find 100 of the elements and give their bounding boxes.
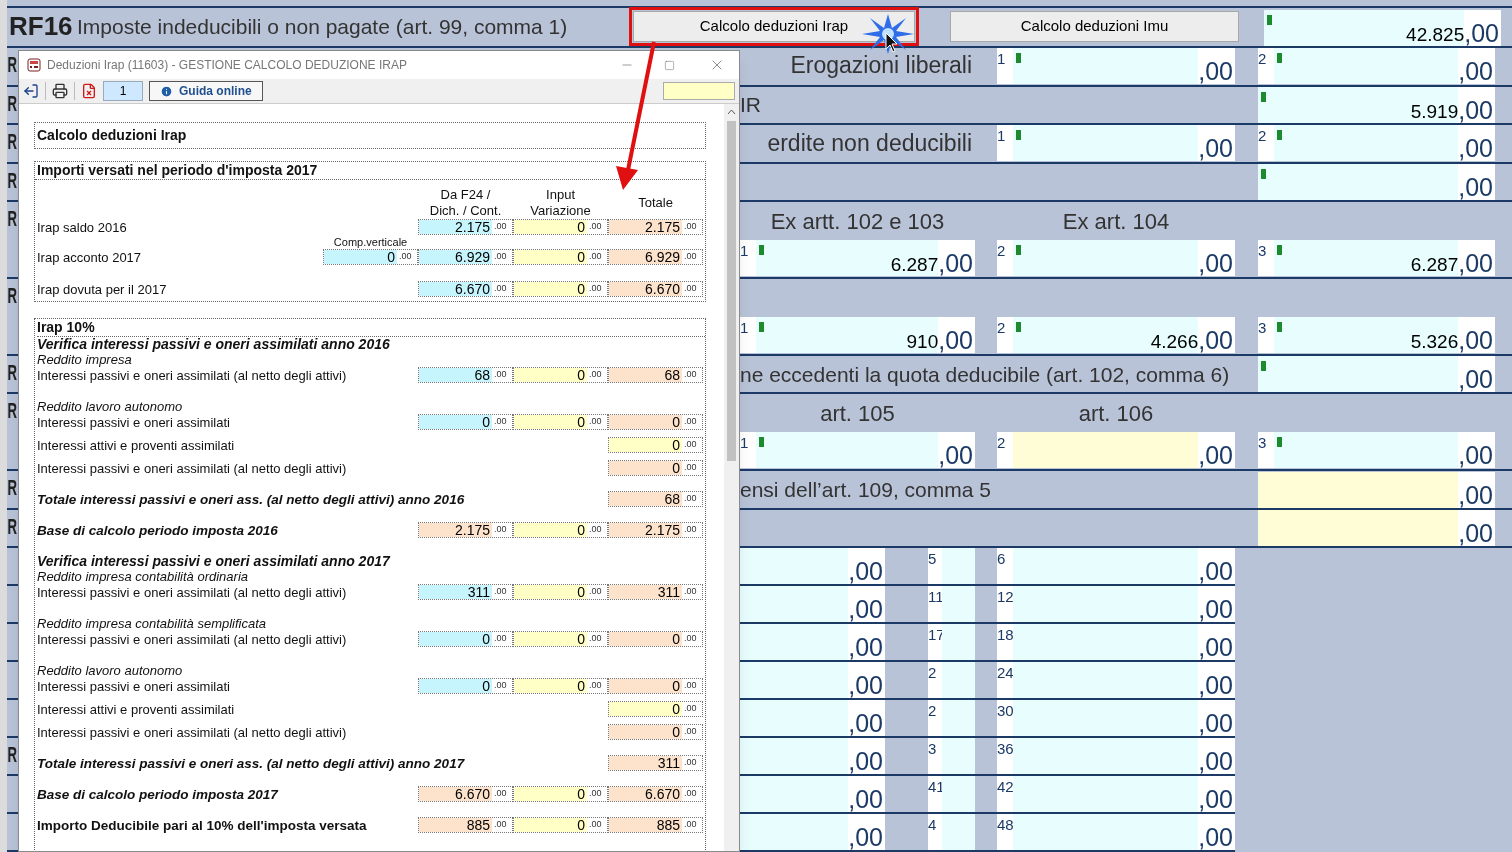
number-field[interactable]: ,00: [740, 737, 885, 774]
print-icon[interactable]: [52, 83, 68, 99]
number-field[interactable]: 6 ,00: [997, 547, 1235, 584]
amount-field[interactable]: 311 .00: [608, 755, 704, 771]
number-field[interactable]: 1 910,00: [740, 317, 975, 354]
amount-field[interactable]: 0 .00: [513, 786, 609, 802]
amount-field[interactable]: 0 .00: [513, 281, 609, 297]
help-button[interactable]: Guida online: [149, 81, 263, 101]
number-field[interactable]: 2 ,00: [997, 240, 1235, 277]
field-index: 2: [1258, 48, 1268, 69]
row-code: RF16: [9, 10, 74, 44]
amount-field[interactable]: 6.929 .00: [418, 249, 514, 265]
amount-field[interactable]: 0 .00: [608, 678, 704, 694]
amount-field[interactable]: 6.670 .00: [608, 281, 704, 297]
amount-field[interactable]: 2.175 .00: [418, 522, 514, 538]
amount-field[interactable]: 0 .00: [608, 414, 704, 430]
amount-field[interactable]: 0 .00: [418, 631, 514, 647]
amount-field[interactable]: 885 .00: [608, 817, 704, 833]
number-field[interactable]: 1 ,00: [997, 124, 1235, 161]
delete-icon[interactable]: [81, 83, 97, 99]
amount-field[interactable]: 0 .00: [608, 631, 704, 647]
number-field[interactable]: 24 ,00: [997, 661, 1235, 698]
amount-field[interactable]: 0 .00: [418, 678, 514, 694]
amount-field[interactable]: 68 .00: [608, 491, 704, 507]
number-field[interactable]: 3 5.326,00: [1258, 317, 1495, 354]
amount-field[interactable]: 2.175 .00: [608, 522, 704, 538]
amount-field[interactable]: 0 .00: [608, 701, 704, 717]
amount-field[interactable]: 6.929 .00: [608, 249, 704, 265]
amount-field[interactable]: 6.670 .00: [608, 786, 704, 802]
note-field[interactable]: [663, 82, 735, 100]
maximize-icon[interactable]: [664, 59, 675, 71]
number-field[interactable]: ,00: [1258, 164, 1495, 201]
amount-field[interactable]: 2.175 .00: [608, 219, 704, 235]
row-label: Interessi passivi e oneri assimilati (al netto degli attivi): [37, 368, 348, 383]
scroll-up-icon[interactable]: [727, 108, 736, 117]
number-field[interactable]: ,00: [1258, 509, 1495, 546]
number-field[interactable]: ,00: [740, 585, 885, 622]
amount-decimals: .00: [683, 492, 697, 505]
exit-icon[interactable]: [23, 83, 39, 99]
amount-field[interactable]: 6.670 .00: [418, 786, 514, 802]
amount-field[interactable]: 0 .00: [513, 631, 609, 647]
amount-field[interactable]: 0 .00: [608, 437, 704, 453]
amount-field[interactable]: 68 .00: [418, 367, 514, 383]
number-field[interactable]: 1 ,00: [740, 432, 975, 469]
number-field[interactable]: 2 ,00: [997, 432, 1235, 469]
number-field[interactable]: 2 ,00: [1258, 124, 1495, 161]
amount-field[interactable]: 0 .00: [513, 522, 609, 538]
amount-field[interactable]: 0 .00: [513, 584, 609, 600]
amount-field[interactable]: 0 .00: [513, 249, 609, 265]
number-field[interactable]: ,00: [740, 547, 885, 584]
field-decimals: ,00: [1198, 748, 1234, 774]
amount-field[interactable]: 6.670 .00: [418, 281, 514, 297]
amount-field[interactable]: 311 .00: [608, 584, 704, 600]
number-field[interactable]: 18 ,00: [997, 623, 1235, 660]
amount-field[interactable]: 0 .00: [418, 414, 514, 430]
row-code: R: [7, 362, 18, 385]
amount-field[interactable]: 0 .00: [513, 414, 609, 430]
amount-field[interactable]: 0 .00: [513, 367, 609, 383]
column-header: Input Variazione: [529, 187, 592, 219]
amount-decimals: .00: [683, 461, 697, 474]
amount-decimals: .00: [683, 523, 697, 536]
number-field[interactable]: ,00: [740, 623, 885, 660]
number-field[interactable]: ,00: [740, 661, 885, 698]
number-field[interactable]: 1 ,00: [997, 47, 1235, 84]
number-field[interactable]: 3 ,00: [1258, 432, 1495, 469]
amount-field[interactable]: 311 .00: [418, 584, 514, 600]
number-field[interactable]: 2 ,00: [1258, 47, 1495, 84]
number-field[interactable]: ,00: [740, 813, 885, 850]
amount-field[interactable]: 0 .00: [608, 724, 704, 740]
amount-field[interactable]: 885 .00: [418, 817, 514, 833]
amount-field[interactable]: 0 .00: [513, 219, 609, 235]
field-index: 30: [997, 700, 1013, 721]
number-field[interactable]: 2 4.266,00: [997, 317, 1235, 354]
number-field[interactable]: ,00: [1258, 356, 1495, 393]
field-index: 3: [1258, 318, 1268, 339]
number-field[interactable]: 42.825,00: [1264, 9, 1501, 46]
number-field[interactable]: 12 ,00: [997, 585, 1235, 622]
number-field[interactable]: 48 ,00: [997, 813, 1235, 850]
calc-button[interactable]: Calcolo deduzioni Imu: [950, 11, 1239, 43]
number-field[interactable]: 1 6.287,00: [740, 240, 975, 277]
number-field[interactable]: 42 ,00: [997, 775, 1235, 812]
amount-field[interactable]: 0 .00: [608, 460, 704, 476]
page-field[interactable]: 1: [103, 81, 143, 101]
amount-field[interactable]: 2.175 .00: [418, 219, 514, 235]
row-code: R: [7, 53, 18, 76]
amount-field[interactable]: 0 .00: [513, 678, 609, 694]
number-field[interactable]: 36 ,00: [997, 737, 1235, 774]
number-field[interactable]: ,00: [740, 699, 885, 736]
number-field[interactable]: 5.919,00: [1258, 86, 1495, 123]
amount-field[interactable]: 68 .00: [608, 367, 704, 383]
amount-field[interactable]: 0 .00: [323, 249, 419, 265]
scrollbar[interactable]: [724, 104, 739, 851]
number-field[interactable]: 3 6.287,00: [1258, 240, 1495, 277]
number-field[interactable]: 30 ,00: [997, 699, 1235, 736]
number-field[interactable]: ,00: [740, 775, 885, 812]
amount-field[interactable]: 0 .00: [513, 817, 609, 833]
calc-button[interactable]: Calcolo deduzioni Irap: [633, 11, 915, 43]
row-label: Reddito impresa: [37, 352, 133, 367]
number-field[interactable]: ,00: [1258, 471, 1495, 508]
row-label: Reddito lavoro autonomo: [37, 399, 184, 414]
